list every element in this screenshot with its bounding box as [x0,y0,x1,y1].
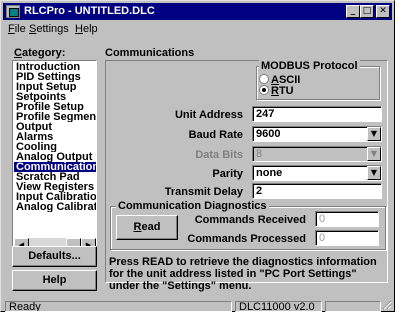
unit-address-label: Unit Address [174,109,243,121]
menu-file[interactable]: File [8,23,26,35]
transmit-delay-label: Transmit Delay [164,186,243,198]
unit-address-input[interactable]: 247 [252,106,382,122]
category-label: Category: [14,47,66,59]
commands-processed-value: 0 [315,230,379,246]
app-window: RLCPro - UNTITLED.DLC _ □ ✕ File Setting… [0,0,395,312]
resize-grip-icon[interactable] [381,299,392,310]
category-items: Introduction PID Settings Input Setup Setpo… [14,62,96,212]
commands-received-value: 0 [315,211,379,227]
panel-title: Communications [105,47,195,59]
category-list[interactable]: Introduction PID Settings Input Setup Setpo… [12,60,97,264]
parity-value: none [256,167,283,179]
close-button[interactable]: ✕ [376,5,390,18]
category-item[interactable]: Introduction [14,62,96,72]
category-item[interactable]: View Registers [14,182,96,192]
diagnostics-title: Communication Diagnostics [116,200,269,212]
version-text: DLC11000 v2.0 [235,301,322,312]
info-text: Press READ to retrieve the diagnostics i… [109,256,377,292]
defaults-button[interactable]: Defaults... [12,246,97,267]
baud-rate-dropdown-icon[interactable]: ▼ [367,127,381,141]
category-item[interactable]: Profile Setup [14,102,96,112]
commands-processed-label: Commands Processed [187,233,306,245]
help-button[interactable]: Help [12,270,97,291]
menu-settings[interactable]: Settings [29,23,69,35]
app-icon[interactable] [6,5,20,18]
category-item[interactable]: Cooling [14,142,96,152]
category-item[interactable]: Input Calibration [14,192,96,202]
baud-rate-label: Baud Rate [188,129,243,141]
data-bits-select: 8 ▼ [252,146,382,162]
category-item[interactable]: Output [14,122,96,132]
data-bits-value: 8 [256,148,263,160]
data-bits-dropdown-icon: ▼ [367,147,381,161]
transmit-delay-input[interactable]: 2 [252,183,382,199]
menu-help[interactable]: Help [75,23,98,35]
modbus-protocol-title: MODBUS Protocol [259,60,360,72]
menu-bar: File Settings Help [3,21,392,37]
baud-rate-value: 9600 [256,128,281,140]
title-bar[interactable]: RLCPro - UNTITLED.DLC _ □ ✕ [3,3,392,20]
radio-ascii-circle[interactable] [259,74,269,84]
category-item[interactable]: Input Setup [14,82,96,92]
radio-rtu-circle[interactable] [259,85,269,95]
category-item[interactable]: Analog Output [14,152,96,162]
category-item[interactable]: Profile Segments [14,112,96,122]
category-item[interactable]: Alarms [14,132,96,142]
status-text: Ready [5,301,232,312]
category-item[interactable]: Analog Calibration [14,202,96,212]
status-panel-empty [325,301,381,312]
commands-received-label: Commands Received [194,214,306,226]
window-title: RLCPro - UNTITLED.DLC [24,5,155,17]
category-item[interactable]: Setpoints [14,92,96,102]
parity-select[interactable]: none ▼ [252,165,382,181]
parity-label: Parity [212,168,243,180]
parity-dropdown-icon[interactable]: ▼ [367,166,381,180]
radio-rtu[interactable]: RTU [259,85,294,97]
minimize-button[interactable]: _ [346,5,360,18]
data-bits-label: Data Bits [195,149,243,161]
category-item[interactable]: PID Settings [14,72,96,82]
baud-rate-select[interactable]: 9600 ▼ [252,126,382,142]
category-item[interactable]: Communications [14,162,96,172]
category-item[interactable]: Scratch Pad [14,172,96,182]
read-button[interactable]: Read [116,215,178,240]
maximize-button[interactable]: □ [360,5,374,18]
